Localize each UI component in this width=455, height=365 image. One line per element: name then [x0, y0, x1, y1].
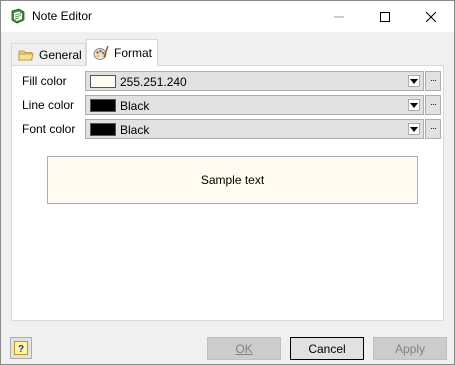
- note-app-icon: [11, 8, 25, 24]
- chevron-down-icon[interactable]: [408, 99, 420, 111]
- close-icon: [426, 11, 436, 22]
- fill-color-dropdown[interactable]: 255.251.240: [85, 71, 424, 91]
- window-title: Note Editor: [32, 9, 93, 23]
- font-color-more-button[interactable]: ···: [425, 119, 441, 139]
- cancel-button[interactable]: Cancel: [290, 337, 364, 360]
- fill-color-swatch: [90, 75, 116, 88]
- font-color-label: Font color: [22, 122, 76, 136]
- fill-color-row: Fill color 255.251.240 ···: [22, 71, 441, 91]
- maximize-icon: [380, 11, 390, 22]
- title-bar: Note Editor: [1, 1, 454, 32]
- close-button[interactable]: [408, 1, 454, 32]
- ok-button[interactable]: OK: [207, 337, 281, 360]
- cancel-button-label: Cancel: [308, 341, 346, 356]
- sample-preview: Sample text: [47, 156, 418, 204]
- folder-icon: [18, 50, 34, 60]
- apply-button-label: Apply: [394, 341, 426, 356]
- tab-general-label: General: [39, 47, 82, 62]
- palette-icon: [93, 45, 109, 60]
- fill-color-more-button[interactable]: ···: [425, 71, 441, 91]
- fill-color-value: 255.251.240: [120, 75, 187, 89]
- line-color-more-button[interactable]: ···: [425, 95, 441, 115]
- ok-button-label: OK: [235, 341, 253, 356]
- apply-button[interactable]: Apply: [373, 337, 447, 360]
- format-tab-panel: Fill color 255.251.240 ··· Line color Bl…: [11, 65, 444, 321]
- font-color-row: Font color Black ···: [22, 119, 441, 139]
- note-editor-window: Note Editor General Format Fill color 25…: [0, 0, 455, 365]
- line-color-swatch: [90, 99, 116, 112]
- font-color-dropdown[interactable]: Black: [85, 119, 424, 139]
- chevron-down-icon[interactable]: [408, 75, 420, 87]
- tab-format[interactable]: Format: [86, 39, 158, 66]
- fill-color-label: Fill color: [22, 74, 67, 88]
- font-color-value: Black: [120, 123, 150, 137]
- tab-format-label: Format: [114, 46, 153, 60]
- maximize-button[interactable]: [362, 1, 408, 32]
- line-color-value: Black: [120, 99, 150, 113]
- help-icon: ?: [14, 341, 28, 355]
- sample-text: Sample text: [200, 173, 265, 187]
- line-color-row: Line color Black ···: [22, 95, 441, 115]
- line-color-dropdown[interactable]: Black: [85, 95, 424, 115]
- svg-text:?: ?: [18, 344, 24, 355]
- minimize-icon: [334, 16, 344, 17]
- minimize-button[interactable]: [316, 1, 362, 32]
- tab-general[interactable]: General: [11, 43, 86, 65]
- help-button[interactable]: ?: [10, 337, 32, 359]
- chevron-down-icon[interactable]: [408, 123, 420, 135]
- line-color-label: Line color: [22, 98, 75, 112]
- font-color-swatch: [90, 123, 116, 136]
